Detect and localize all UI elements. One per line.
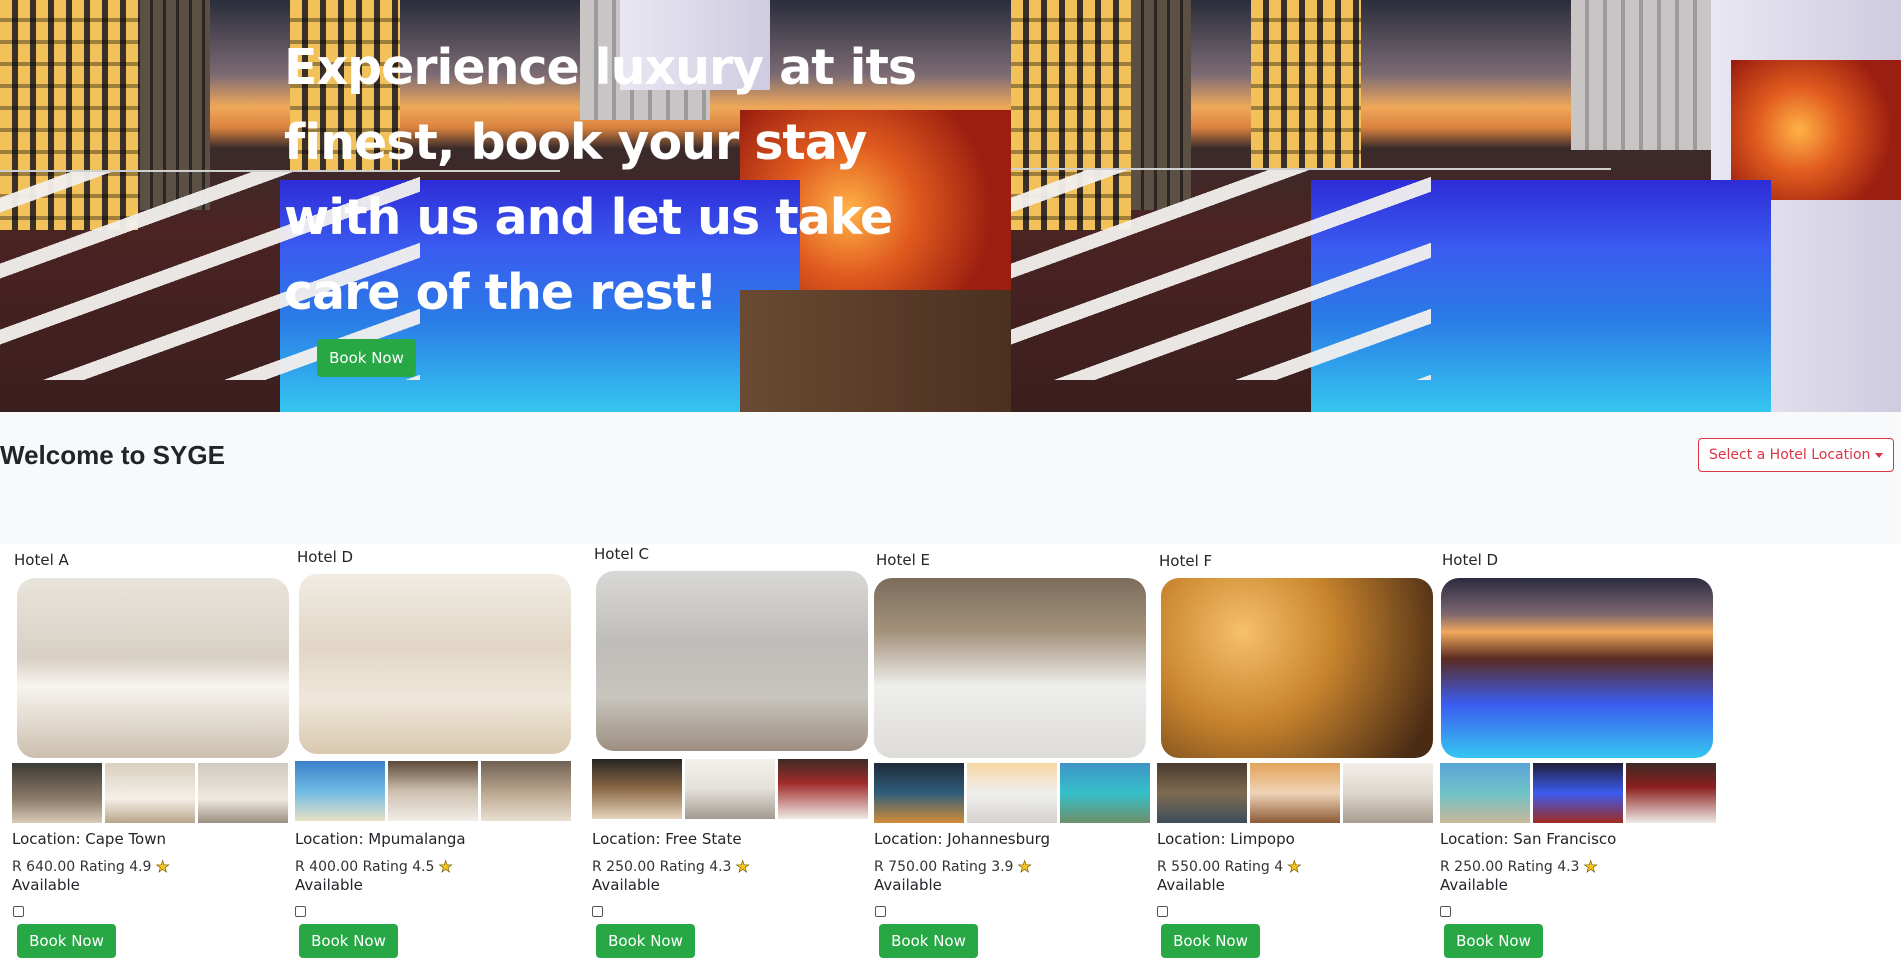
hotel-price-text: R 640.00 Rating 4.9	[12, 858, 152, 875]
hotel-thumbnails	[874, 763, 1150, 823]
hotel-availability: Available	[295, 876, 363, 894]
hotel-name: Hotel A	[14, 551, 69, 569]
hotel-price-rating: R 750.00 Rating 3.9 ★	[874, 857, 1032, 877]
hotel-price-text: R 750.00 Rating 3.9	[874, 858, 1014, 875]
hotel-card: Hotel D	[1440, 551, 1720, 569]
hotel-main-image[interactable]	[874, 578, 1146, 758]
hotel-price-rating: R 250.00 Rating 4.3 ★	[1440, 857, 1598, 877]
hotel-price-rating: R 400.00 Rating 4.5 ★	[295, 857, 453, 877]
hotel-name: Hotel D	[1442, 551, 1499, 569]
hotel-price-rating: R 550.00 Rating 4 ★	[1157, 857, 1302, 877]
hotel-thumbnail[interactable]	[1440, 763, 1530, 823]
hero-title: Experience luxury at its finest, book yo…	[284, 39, 917, 321]
hotel-location: Location: Cape Town	[12, 830, 167, 848]
hero-book-now-button[interactable]: Book Now	[317, 339, 416, 377]
hotel-thumbnails	[592, 759, 868, 819]
hotel-location-dropdown[interactable]: Select a Hotel Location	[1698, 438, 1894, 472]
hotel-name: Hotel F	[1159, 552, 1213, 570]
hotel-location: Location: Free State	[592, 830, 742, 848]
hotel-thumbnails	[295, 761, 571, 821]
hotel-main-image[interactable]	[17, 578, 289, 758]
hotel-thumbnails	[1440, 763, 1716, 823]
hotel-main-image[interactable]	[1161, 578, 1433, 758]
hotel-thumbnail[interactable]	[12, 763, 102, 823]
hotel-main-image[interactable]	[1441, 578, 1713, 758]
hotel-main-image[interactable]	[596, 571, 868, 751]
hotel-location: Location: San Francisco	[1440, 830, 1617, 848]
hotel-price-rating: R 640.00 Rating 4.9 ★	[12, 857, 170, 877]
hotel-thumbnail[interactable]	[967, 763, 1057, 823]
hotel-availability: Available	[12, 876, 80, 894]
hotel-thumbnail[interactable]	[1626, 763, 1716, 823]
hero-content: Experience luxury at its finest, book yo…	[284, 30, 984, 330]
hotel-thumbnail[interactable]	[1250, 763, 1340, 823]
hotel-thumbnail[interactable]	[481, 761, 571, 821]
hotel-name: Hotel C	[594, 545, 649, 563]
hotel-location: Location: Johannesburg	[874, 830, 1051, 848]
hotel-thumbnail[interactable]	[198, 763, 288, 823]
hotel-thumbnails	[1157, 763, 1433, 823]
star-icon: ★	[1017, 857, 1032, 877]
hotel-price-text: R 250.00 Rating 4.3	[592, 858, 732, 875]
hero-image-right	[1011, 0, 1901, 412]
star-icon: ★	[438, 857, 453, 877]
hotel-select-checkbox[interactable]	[1157, 906, 1168, 917]
hotel-price-text: R 400.00 Rating 4.5	[295, 858, 435, 875]
hotel-thumbnail[interactable]	[778, 759, 868, 819]
hotel-availability: Available	[1440, 876, 1508, 894]
star-icon: ★	[1287, 857, 1302, 877]
hotel-name: Hotel E	[876, 551, 930, 569]
hotel-name: Hotel D	[297, 548, 354, 566]
hotel-thumbnails	[12, 763, 288, 823]
star-icon: ★	[735, 857, 750, 877]
hotel-price-text: R 550.00 Rating 4	[1157, 858, 1284, 875]
hotel-card: Hotel E	[874, 551, 1154, 569]
hotel-main-image[interactable]	[299, 574, 571, 754]
hero-banner: Experience luxury at its finest, book yo…	[0, 0, 1901, 412]
hotel-thumbnail[interactable]	[105, 763, 195, 823]
hotel-location: Location: Mpumalanga	[295, 830, 466, 848]
star-icon: ★	[1583, 857, 1598, 877]
hotel-select-checkbox[interactable]	[1440, 906, 1451, 917]
hotel-thumbnail[interactable]	[592, 759, 682, 819]
star-icon: ★	[155, 857, 170, 877]
caret-down-icon	[1875, 453, 1883, 458]
hotel-thumbnail[interactable]	[388, 761, 478, 821]
hotel-thumbnail[interactable]	[1533, 763, 1623, 823]
hotel-price-rating: R 250.00 Rating 4.3 ★	[592, 857, 750, 877]
welcome-title: Welcome to SYGE	[0, 440, 225, 470]
hotel-location: Location: Limpopo	[1157, 830, 1295, 848]
hotel-select-checkbox[interactable]	[13, 906, 24, 917]
hotel-thumbnail[interactable]	[1060, 763, 1150, 823]
hotel-thumbnail[interactable]	[1157, 763, 1247, 823]
hotel-card: Hotel C	[592, 545, 872, 563]
hotel-thumbnail[interactable]	[685, 759, 775, 819]
hotel-select-checkbox[interactable]	[295, 906, 306, 917]
hotel-location-dropdown-label: Select a Hotel Location	[1709, 447, 1871, 463]
welcome-section: Welcome to SYGE Select a Hotel Location	[0, 412, 1901, 544]
hotel-availability: Available	[592, 876, 660, 894]
hotel-select-checkbox[interactable]	[592, 906, 603, 917]
hotel-thumbnail[interactable]	[874, 763, 964, 823]
hotel-availability: Available	[874, 876, 942, 894]
hotel-thumbnail[interactable]	[295, 761, 385, 821]
hotel-availability: Available	[1157, 876, 1225, 894]
hotel-card: Hotel A	[12, 551, 292, 569]
hotel-price-text: R 250.00 Rating 4.3	[1440, 858, 1580, 875]
hotel-card: Hotel F	[1157, 552, 1437, 570]
hotel-thumbnail[interactable]	[1343, 763, 1433, 823]
hotel-select-checkbox[interactable]	[875, 906, 886, 917]
hotel-card: Hotel D	[295, 548, 575, 566]
